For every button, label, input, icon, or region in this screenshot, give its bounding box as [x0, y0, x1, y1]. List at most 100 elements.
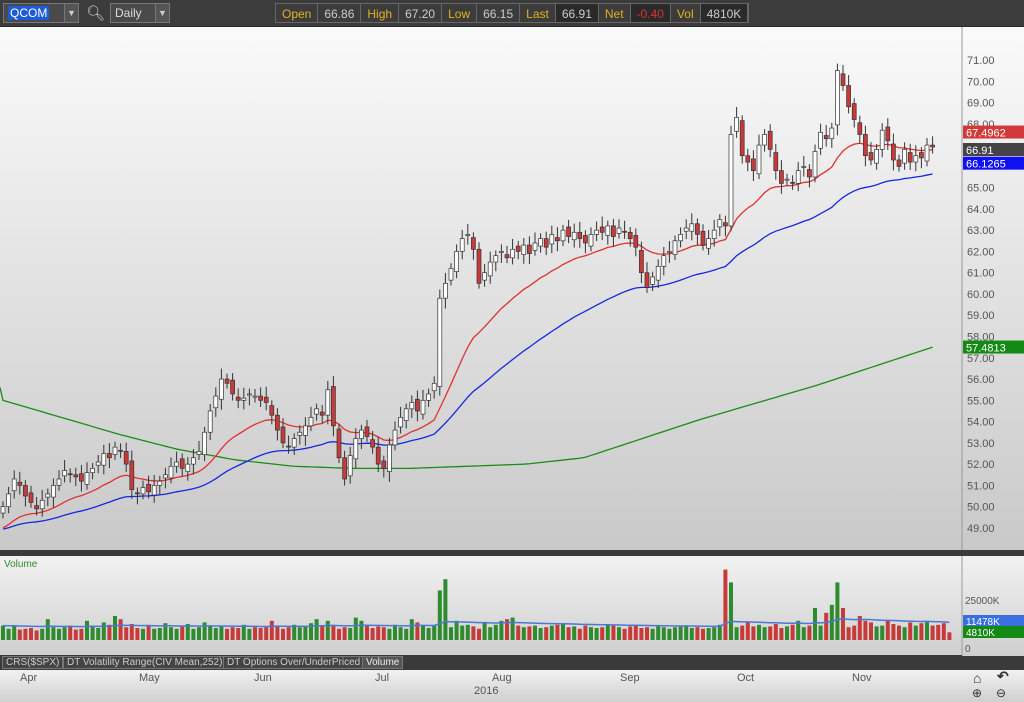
volume-bar [17, 629, 22, 640]
volume-bar [253, 627, 257, 640]
volume-bar [650, 628, 655, 640]
volume-bar [79, 628, 84, 640]
candle [521, 244, 527, 255]
volume-bar [426, 628, 431, 640]
candle [431, 382, 437, 392]
net-label: Net [599, 4, 631, 22]
candle [611, 225, 616, 237]
candle [723, 222, 728, 227]
volume-bar [785, 626, 789, 640]
volume-bar [572, 626, 577, 640]
candle [286, 445, 291, 448]
candle [801, 166, 807, 168]
candle [219, 378, 224, 400]
candle [353, 438, 359, 460]
volume-bar [96, 628, 101, 640]
volume-bar [589, 627, 593, 640]
candle [751, 158, 756, 171]
volume-bar [398, 627, 403, 640]
chevron-down-icon[interactable]: ▼ [155, 4, 169, 22]
volume-bar [740, 625, 745, 640]
candle [448, 268, 454, 281]
candle [11, 478, 17, 492]
candle [655, 265, 661, 281]
volume-bar [533, 625, 537, 640]
candle [476, 248, 482, 284]
volume-bar [331, 624, 336, 640]
volume-bar [656, 625, 661, 640]
candle [381, 460, 387, 469]
month-label: Jul [375, 672, 389, 684]
volume-bar [141, 628, 145, 640]
candle [67, 473, 73, 476]
magnifier-icon[interactable]: 🔍︎ [86, 4, 105, 22]
zoom-in-icon[interactable]: ⊕ [972, 686, 982, 700]
last-price-badge-text: 66.91 [966, 145, 994, 157]
candle [191, 457, 196, 465]
volume-bar [768, 626, 773, 640]
undo-icon[interactable]: ↶ [997, 668, 1009, 685]
candle [683, 227, 689, 232]
volume-bar [465, 624, 470, 640]
month-label: May [139, 672, 160, 684]
candle [599, 226, 605, 233]
candle [930, 144, 935, 148]
candle [745, 155, 751, 163]
zoom-out-icon[interactable]: ⊖ [996, 686, 1006, 700]
tab-volume[interactable]: Volume [362, 656, 404, 669]
candle [487, 261, 493, 277]
candle [420, 399, 426, 415]
panel-splitter[interactable] [0, 550, 1024, 556]
volume-bar [695, 627, 700, 640]
home-icon[interactable]: ⌂ [973, 670, 981, 686]
candle [812, 151, 818, 178]
symbol-input[interactable]: QCOM ▼ [3, 3, 79, 23]
price-tick: 55.00 [967, 395, 995, 407]
candle [443, 282, 448, 299]
last-label: Last [520, 4, 556, 22]
month-label: Sep [620, 672, 640, 684]
tab-crs[interactable]: CRS($SPX) [2, 656, 64, 669]
candle [224, 378, 230, 384]
candle [207, 410, 213, 433]
volume-bar [292, 624, 297, 640]
tab-options-overunder[interactable]: DT Options Over/UnderPriced [223, 656, 365, 669]
ma-blue-badge-text: 66.1265 [966, 159, 1006, 171]
volume-bar [639, 628, 644, 640]
candle [605, 225, 611, 236]
volume-bar [258, 628, 263, 640]
volume-bar [701, 628, 705, 640]
candle [807, 169, 812, 178]
candle [23, 485, 28, 497]
price-panel [0, 27, 1024, 550]
volume-bar [773, 624, 778, 640]
price-chart[interactable]: 71.0070.0069.0068.0065.0064.0063.0062.00… [0, 27, 1024, 702]
candle [146, 483, 151, 493]
volume-bar [247, 628, 252, 640]
volume-bar [874, 626, 879, 640]
volume-bar [342, 627, 347, 640]
volume-bar [62, 627, 67, 640]
tab-volatility-range[interactable]: DT Volatility Range(CIV Mean,252) [63, 656, 227, 669]
period-select[interactable]: Daily ▼ [110, 3, 170, 23]
low-value: 66.15 [477, 4, 521, 22]
candle [168, 465, 174, 479]
volume-bar [835, 582, 840, 640]
chevron-down-icon[interactable]: ▼ [64, 4, 78, 22]
volume-tick: 25000K [965, 596, 1000, 607]
candle [868, 152, 874, 161]
volume-bar [493, 624, 498, 640]
volume-bar [129, 624, 134, 640]
price-tick: 61.00 [967, 268, 995, 280]
volume-bar [633, 625, 638, 640]
volume-bar [135, 628, 140, 640]
candle [728, 134, 734, 227]
candle [622, 230, 627, 233]
volume-bar [387, 628, 392, 640]
candle [79, 473, 84, 482]
year-label: 2016 [474, 685, 498, 697]
candle [913, 155, 919, 163]
volume-bar [437, 590, 442, 640]
candle [258, 395, 263, 401]
candle [583, 235, 588, 244]
